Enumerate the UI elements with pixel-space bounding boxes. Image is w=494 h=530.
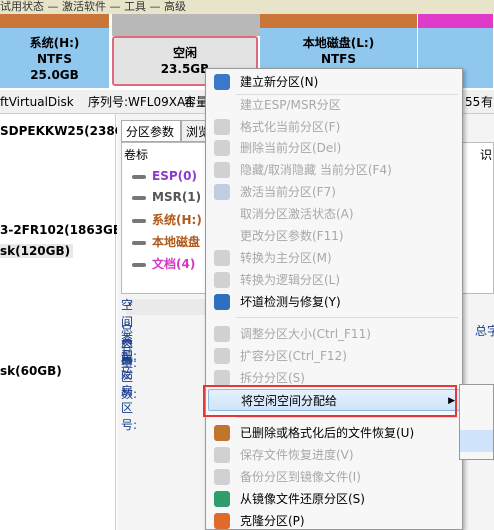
menu-item-to-primary[interactable]: 转换为主分区(M)	[208, 247, 460, 269]
split-icon	[214, 370, 230, 386]
menu-item-activate[interactable]: 激活当前分区(F7)	[208, 181, 460, 203]
menu-item-save-progress[interactable]: 保存文件恢复进度(V)	[208, 444, 460, 466]
submenu	[459, 384, 494, 460]
disk-tree: SDPEKKW25(238GB 3-2FR102(1863GB) sk(120G…	[0, 114, 134, 530]
partition-name: 系统(H:)	[29, 36, 80, 50]
menu-item-new-partition[interactable]: 建立新分区(N)	[208, 71, 460, 93]
repair-icon	[214, 294, 230, 310]
partition-bar	[0, 14, 109, 28]
disk-tree-item[interactable]: SDPEKKW25(238GB	[0, 124, 134, 138]
menu-item-change-params[interactable]: 更改分区参数(F11)	[208, 225, 460, 247]
new-partition-icon	[214, 74, 230, 90]
menu-item-bad-sector[interactable]: 坏道检测与修复(Y)	[208, 291, 460, 313]
partition-name: 本地磁盘(L:)	[302, 36, 375, 50]
menu-item-hide[interactable]: 隐藏/取消隐藏 当前分区(F4)	[208, 159, 460, 181]
partition-system-h[interactable]: 系统(H:) NTFS 25.0GB	[0, 14, 110, 88]
format-icon	[214, 119, 230, 135]
menu-separator	[236, 317, 458, 318]
menu-item-clone[interactable]: 克隆分区(P)	[208, 510, 460, 530]
menu-item-format[interactable]: 格式化当前分区(F)	[208, 116, 460, 138]
partition-fs: NTFS	[36, 52, 73, 66]
disk-tree-item-selected[interactable]: sk(120GB)	[0, 244, 74, 258]
disk-tree-item[interactable]: 3-2FR102(1863GB)	[0, 223, 128, 237]
menu-separator	[236, 417, 458, 418]
menu-item-backup[interactable]: 备份分区到镜像文件(I)	[208, 466, 460, 488]
restore-icon	[214, 491, 230, 507]
disk-icon	[132, 174, 146, 179]
backup-icon	[214, 469, 230, 485]
partition-bar	[260, 14, 417, 28]
submenu-item-highlighted[interactable]	[460, 430, 493, 452]
context-menu: 建立新分区(N) 建立ESP/MSR分区 格式化当前分区(F) 删除当前分区(D…	[205, 68, 463, 530]
disk-serial: 序列号:WFL09XA4	[88, 95, 193, 109]
disk-icon	[132, 262, 146, 267]
partition-fs: NTFS	[320, 52, 357, 66]
activate-icon	[214, 184, 230, 200]
save-progress-icon	[214, 447, 230, 463]
menu-item-to-logical[interactable]: 转换为逻辑分区(L)	[208, 269, 460, 291]
menu-item-deactivate[interactable]: 取消分区激活状态(A)	[208, 203, 460, 225]
primary-icon	[214, 250, 230, 266]
free-segment-bar	[112, 14, 260, 36]
menu-item-extend[interactable]: 扩容分区(Ctrl_F12)	[208, 345, 460, 367]
disk-right-number: 55	[465, 95, 481, 109]
hide-icon	[214, 162, 230, 178]
list-item[interactable]: ESP(0)	[132, 169, 197, 183]
menu-item-file-recovery[interactable]: 已删除或格式化后的文件恢复(U)	[208, 422, 460, 444]
disk-model: ftVirtualDisk	[0, 95, 74, 109]
disk-tree-item[interactable]: sk(60GB)	[0, 364, 62, 378]
disk-icon	[132, 218, 146, 223]
list-item[interactable]: 文档(4)	[132, 255, 195, 272]
list-item[interactable]: 本地磁盘	[132, 233, 200, 250]
menu-item-restore[interactable]: 从镜像文件还原分区(S)	[208, 488, 460, 510]
partition-size: 25.0GB	[30, 68, 79, 82]
partition-bar	[418, 14, 493, 28]
recover-icon	[214, 425, 230, 441]
list-item[interactable]: MSR(1)	[132, 190, 201, 204]
disk-right-unit: 有	[481, 95, 494, 109]
title-strip: 试用状态 — 激活软件 — 工具 — 高级	[0, 0, 494, 14]
list-item[interactable]: 系统(H:)	[132, 211, 202, 228]
logical-icon	[214, 272, 230, 288]
menu-item-delete[interactable]: 删除当前分区(Del)	[208, 137, 460, 159]
list-header-label: 卷标	[124, 148, 149, 162]
clone-icon	[214, 513, 230, 529]
free-name: 空闲	[172, 46, 197, 60]
disk-icon	[132, 240, 146, 245]
menu-item-resize[interactable]: 调整分区大小(Ctrl_F11)	[208, 323, 460, 345]
right-total-label: 总字	[475, 324, 494, 338]
tab-partition-params[interactable]: 分区参数	[121, 120, 181, 142]
highlight-box	[203, 385, 457, 417]
extend-icon	[214, 348, 230, 364]
list-header-right: 识	[480, 148, 493, 162]
delete-icon	[214, 140, 230, 156]
resize-icon	[214, 326, 230, 342]
menu-item-esp-msr[interactable]: 建立ESP/MSR分区	[208, 94, 460, 116]
disk-icon	[132, 195, 146, 200]
start-sector-label: 起始扇区号:	[121, 350, 138, 432]
